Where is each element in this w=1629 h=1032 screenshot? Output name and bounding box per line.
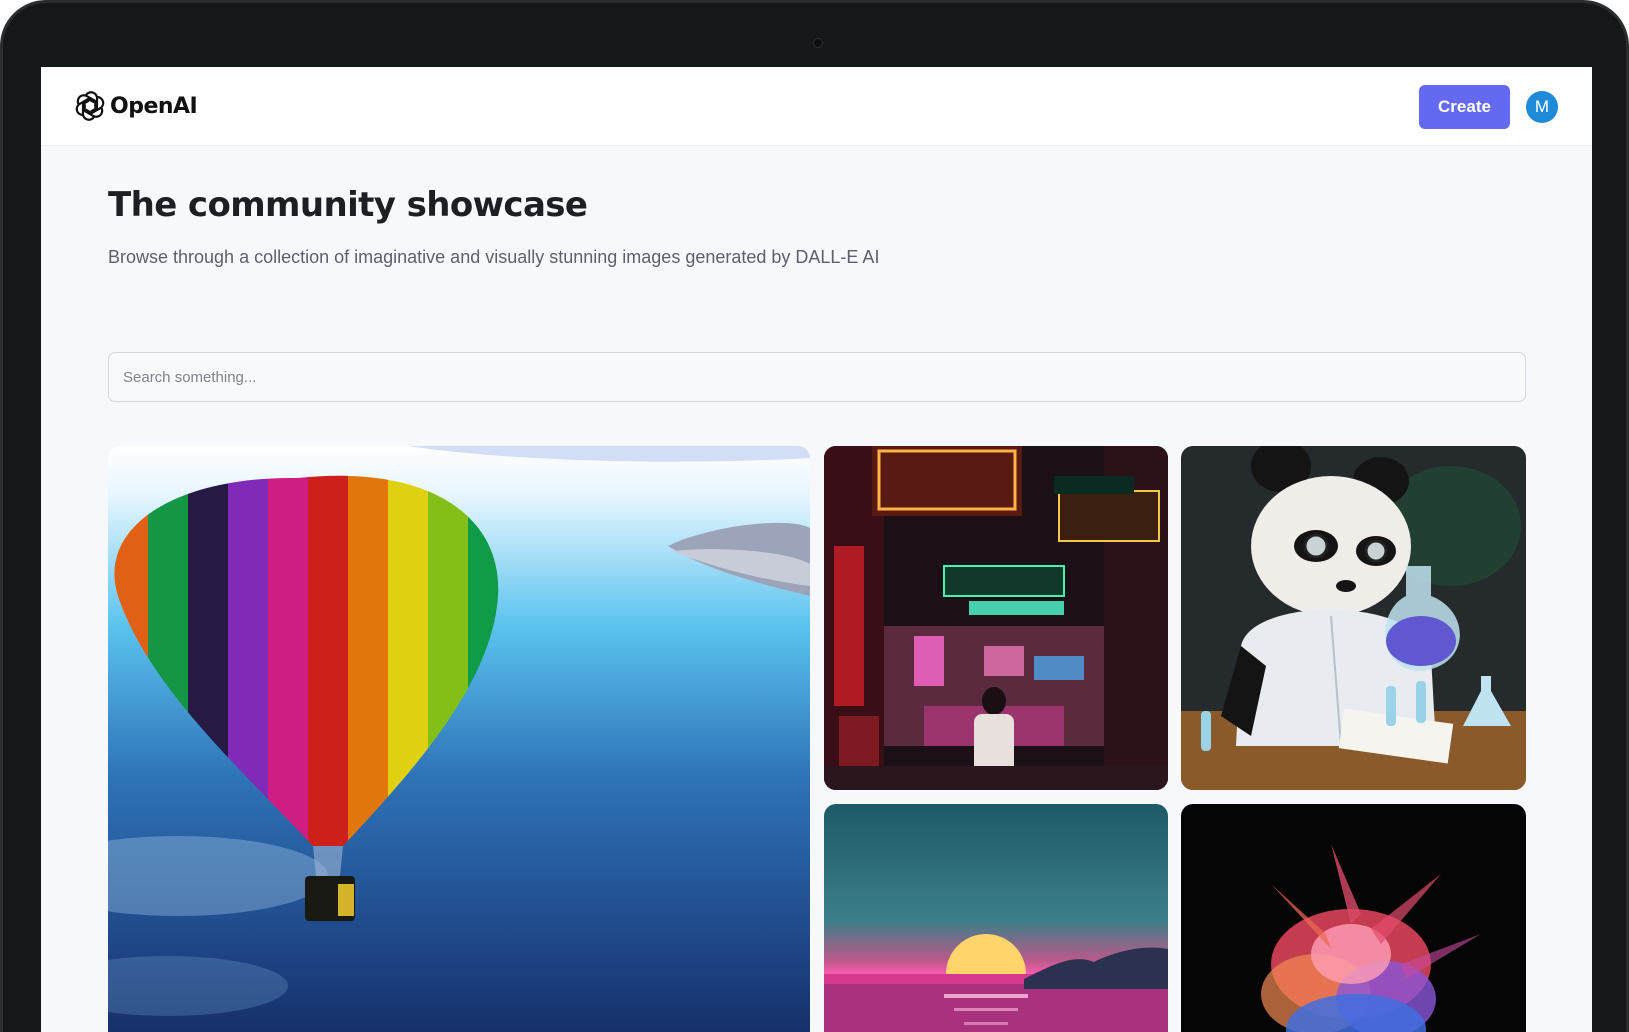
create-button[interactable]: Create [1419,85,1510,129]
gallery-image-powder[interactable] [1181,804,1526,1032]
city-image [824,446,1168,790]
screen: OpenAI Create M The community showcase B… [41,67,1592,1032]
page-subtitle: Browse through a collection of imaginati… [108,247,880,267]
openai-logo-icon [75,91,105,121]
panda-image [1181,446,1526,790]
openai-logo[interactable]: OpenAI [74,89,198,123]
balloon-image [108,446,810,1032]
logo-text: OpenAI [110,93,198,119]
user-avatar[interactable]: M [1526,91,1558,123]
gallery-image-panda[interactable] [1181,446,1526,790]
sunset-image [824,804,1168,1032]
camera-dot [813,38,823,48]
page-title: The community showcase [108,185,588,225]
gallery-image-city[interactable] [824,446,1168,790]
powder-image [1181,804,1526,1032]
top-header: OpenAI Create M [41,67,1592,146]
gallery-image-balloon[interactable] [108,446,810,1032]
search-input[interactable] [108,352,1526,402]
gallery-image-sunset[interactable] [824,804,1168,1032]
